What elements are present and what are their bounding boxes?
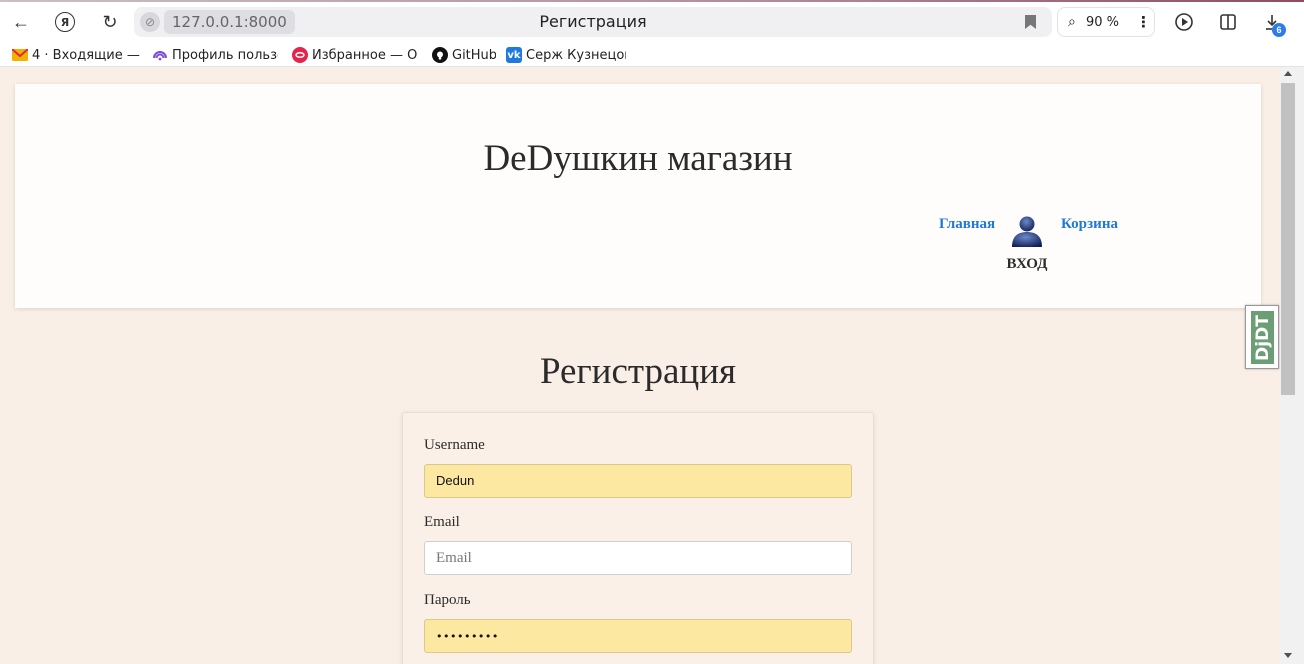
bookmark-ozon[interactable]: Избранное — OZON [292,45,418,65]
vk-icon: vk [506,47,522,63]
page-scrollbar[interactable] [1280,67,1304,664]
bookmark-github[interactable]: GitHub [432,45,496,65]
debug-toolbar-label: DjDT [1253,315,1273,361]
window-accent-strip [0,0,1304,2]
email-placeholder: Email [436,550,472,566]
bookmark-icon[interactable] [1025,15,1036,29]
profile-icon [152,47,168,63]
debug-toolbar-badge: DjDT [1250,310,1275,365]
yandex-button[interactable]: Я [51,8,79,36]
ozon-icon [292,47,308,63]
downloads-count-badge: 6 [1272,23,1286,37]
collections-icon[interactable] [1215,9,1241,35]
password-masked-value: ••••••••• [436,630,499,643]
registration-form: Username Dedun Email Email Пароль ••••••… [402,412,874,664]
nav-home-link[interactable]: Главная [939,216,995,233]
email-label: Email [424,514,460,530]
debug-toolbar-handle[interactable]: DjDT [1245,305,1279,369]
github-icon [432,47,448,63]
username-input[interactable]: Dedun [424,464,852,498]
bookmarks-bar: 4 · Входящие — Ян Профиль пользов Избран… [0,44,1304,66]
site-info-icon[interactable]: ⊘ [140,12,160,32]
user-avatar-icon [1012,216,1042,247]
bookmark-vk[interactable]: vk Серж Кузнецов [506,45,626,65]
zoom-search-icon: ⌕ [1068,14,1076,30]
more-menu-icon[interactable]: ⋮ [1136,13,1151,31]
nav-cart-link[interactable]: Корзина [1061,216,1118,233]
username-label: Username [424,437,485,453]
login-link[interactable]: ВХОД [1005,214,1049,272]
zoom-level: 90 % [1086,15,1120,30]
browser-toolbar: ← Я ↻ ⊘ 127.0.0.1:8000 Регистрация ⌕ 90 … [0,0,1304,44]
address-bar[interactable]: ⊘ 127.0.0.1:8000 Регистрация [134,7,1052,37]
site-title: DeDушкин магазин [483,138,793,179]
scroll-down-arrow-icon[interactable] [1284,653,1292,658]
back-arrow-icon: ← [12,11,30,32]
reload-icon: ↻ [102,11,118,32]
scroll-up-arrow-icon[interactable] [1284,71,1292,76]
back-button[interactable]: ← [7,8,35,36]
site-header: DeDушкин магазин Главная ВХОД Корзина [15,84,1261,308]
url-text[interactable]: 127.0.0.1:8000 [164,10,295,34]
registration-heading: Регистрация [539,351,737,392]
zoom-control[interactable]: ⌕ 90 % ⋮ [1057,7,1155,37]
toolbar-divider [0,66,1304,67]
password-input[interactable]: ••••••••• [424,619,852,653]
yandex-logo-icon: Я [55,12,75,32]
bookmark-profile[interactable]: Профиль пользов [152,45,278,65]
username-value: Dedun [436,473,475,488]
email-input[interactable]: Email [424,541,852,575]
password-label: Пароль [424,592,471,608]
login-label: ВХОД [1006,256,1048,272]
media-player-icon[interactable] [1171,9,1197,35]
bookmark-mail[interactable]: 4 · Входящие — Ян [12,45,140,65]
scrollbar-thumb[interactable] [1281,83,1295,395]
reload-button[interactable]: ↻ [96,8,124,36]
mail-icon [12,47,28,63]
